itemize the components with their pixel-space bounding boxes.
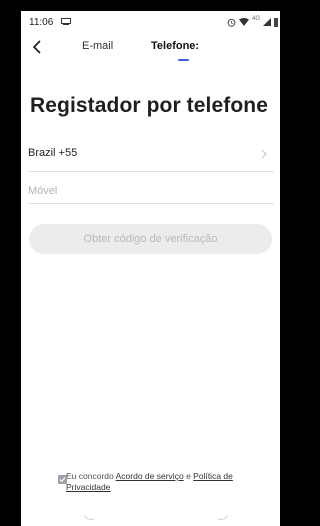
checkmark-icon xyxy=(59,477,66,483)
service-agreement-link[interactable]: Acordo de serviço xyxy=(116,471,184,481)
battery-icon xyxy=(274,17,278,27)
message-notification-icon xyxy=(61,18,71,25)
alarm-icon xyxy=(227,18,236,27)
active-tab-indicator xyxy=(178,59,189,61)
agreement-prefix: Eu concordo xyxy=(66,471,114,481)
privacy-link-line2: Privacidade xyxy=(66,482,111,492)
signal-icon xyxy=(263,18,271,26)
status-icons: 4G xyxy=(227,16,278,28)
system-navigation-bar xyxy=(21,509,280,526)
tab-phone[interactable]: Telefone: xyxy=(151,40,199,52)
agreement-conjunction: e xyxy=(186,471,191,481)
tab-email[interactable]: E-mail xyxy=(82,40,113,52)
network-type-label: 4G xyxy=(251,16,260,22)
country-code-label: Brazil +55 xyxy=(28,147,78,159)
terms-agreement: Eu concordo Acordo de serviço e Política… xyxy=(58,471,278,493)
back-arrow-icon[interactable] xyxy=(29,39,45,55)
phone-number-input[interactable] xyxy=(28,179,274,204)
country-selector[interactable]: Brazil +55 xyxy=(28,139,274,172)
get-verification-code-button[interactable]: Obter código de verificação xyxy=(29,224,272,254)
page-title: Registador por telefone xyxy=(30,94,268,117)
wifi-icon xyxy=(238,18,249,26)
top-navigation: E-mail Telefone: xyxy=(21,33,280,63)
app-screen: 11:06 4G E-mail Telefone: Registador por… xyxy=(21,11,280,526)
status-bar: 11:06 4G xyxy=(21,11,280,33)
gesture-back-icon[interactable] xyxy=(83,515,95,521)
privacy-link-line1: Política de xyxy=(193,471,233,481)
agreement-checkbox[interactable] xyxy=(58,475,67,484)
chevron-right-icon xyxy=(261,149,267,159)
gesture-recent-icon[interactable] xyxy=(217,515,229,521)
status-time: 11:06 xyxy=(29,17,54,28)
